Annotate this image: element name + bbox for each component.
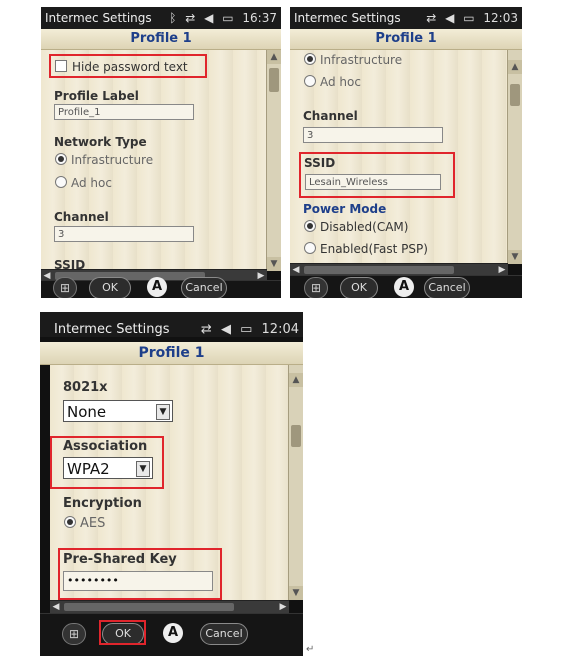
vertical-scrollbar[interactable]: ▲ ▼ <box>507 50 522 264</box>
status-time: 16:37 <box>242 11 277 25</box>
form-panel: Hide password text Profile Label Profile… <box>41 50 267 271</box>
scroll-down-icon[interactable]: ▼ <box>289 586 303 600</box>
radio-button <box>304 75 316 87</box>
highlight-box <box>58 548 222 600</box>
speaker-icon: ◀ <box>445 11 455 25</box>
channel-label: Channel <box>54 210 109 224</box>
status-bar: Intermec Settings ⇄ ◀ ▭ 12:03 <box>290 7 522 29</box>
highlight-box <box>50 436 164 489</box>
radio-adhoc[interactable]: Ad hoc <box>304 75 361 89</box>
screenshot-profile-security: Intermec Settings ⇄ ◀ ▭ 12:04 Profile 1 … <box>40 312 303 656</box>
scroll-thumb[interactable] <box>304 266 454 274</box>
highlight-box <box>299 152 455 198</box>
battery-icon: ▭ <box>240 322 253 337</box>
sync-icon: ⇄ <box>185 11 196 25</box>
status-title: Intermec Settings <box>45 11 152 25</box>
channel-input[interactable]: 3 <box>54 226 194 242</box>
profile-label-label: Profile Label <box>54 89 139 103</box>
channel-input[interactable]: 3 <box>303 127 443 143</box>
scroll-up-icon[interactable]: ▲ <box>267 50 281 64</box>
softkey-bar: ⊞ OK A Cancel <box>290 275 522 298</box>
radio-button <box>55 153 67 165</box>
radio-label: Enabled(Fast PSP) <box>320 242 428 256</box>
radio-button <box>304 53 316 65</box>
scroll-down-icon[interactable]: ▼ <box>267 257 281 271</box>
8021x-value: None <box>67 403 107 421</box>
radio-adhoc[interactable]: Ad hoc <box>55 176 112 190</box>
radio-infrastructure[interactable]: Infrastructure <box>304 53 402 67</box>
battery-icon: ▭ <box>222 11 234 25</box>
input-panel-button[interactable]: A <box>147 277 167 297</box>
radio-button <box>55 176 67 188</box>
status-title: Intermec Settings <box>294 11 401 25</box>
scroll-thumb[interactable] <box>64 603 234 611</box>
horizontal-scrollbar[interactable]: ◀ ▶ <box>50 600 289 613</box>
network-type-label: Network Type <box>54 135 147 149</box>
radio-infrastructure[interactable]: Infrastructure <box>55 153 153 167</box>
softkey-bar: ⊞ OK A Cancel <box>41 277 281 298</box>
cancel-button[interactable]: Cancel <box>424 277 470 298</box>
8021x-label: 8021x <box>63 380 108 395</box>
scroll-thumb[interactable] <box>510 84 520 106</box>
radio-label: Disabled(CAM) <box>320 220 409 234</box>
radio-label: Ad hoc <box>71 176 112 190</box>
start-menu-icon[interactable]: ⊞ <box>62 623 86 645</box>
profile-label-input[interactable]: Profile_1 <box>54 104 194 120</box>
ok-button[interactable]: OK <box>89 277 131 298</box>
radio-label: Infrastructure <box>71 153 154 167</box>
highlight-box <box>99 620 146 645</box>
scroll-thumb[interactable] <box>269 68 279 92</box>
scroll-right-icon[interactable]: ▶ <box>277 601 289 613</box>
radio-aes[interactable]: AES <box>64 516 105 531</box>
radio-button <box>304 242 316 254</box>
ok-button[interactable]: OK <box>340 277 378 298</box>
text-caret: ↵ <box>306 644 315 655</box>
status-time: 12:03 <box>483 11 518 25</box>
radio-button <box>304 220 316 232</box>
scroll-up-icon[interactable]: ▲ <box>508 60 522 74</box>
radio-power-disabled[interactable]: Disabled(CAM) <box>304 220 408 234</box>
bluetooth-icon: ᛒ <box>169 11 177 25</box>
radio-label: Infrastructure <box>320 53 403 67</box>
scroll-down-icon[interactable]: ▼ <box>508 250 522 264</box>
input-panel-button[interactable]: A <box>394 277 414 297</box>
page-title: Profile 1 <box>290 29 522 50</box>
status-bar: Intermec Settings ᛒ ⇄ ◀ ▭ 16:37 <box>41 7 281 29</box>
status-title: Intermec Settings <box>54 322 170 337</box>
cancel-button[interactable]: Cancel <box>181 277 227 298</box>
softkey-bar: ⊞ OK A Cancel <box>40 613 303 656</box>
sync-icon: ⇄ <box>426 11 437 25</box>
scroll-thumb[interactable] <box>291 425 301 447</box>
page-title: Profile 1 <box>40 342 303 365</box>
speaker-icon: ◀ <box>204 11 214 25</box>
start-menu-icon[interactable]: ⊞ <box>53 277 77 298</box>
encryption-label: Encryption <box>63 496 142 511</box>
channel-label: Channel <box>303 109 358 123</box>
scroll-thumb[interactable] <box>55 272 205 280</box>
highlight-box <box>49 54 207 78</box>
page-title: Profile 1 <box>41 29 281 50</box>
input-panel-button[interactable]: A <box>163 623 183 643</box>
cancel-button[interactable]: Cancel <box>200 623 248 645</box>
power-mode-label: Power Mode <box>303 202 387 216</box>
scroll-up-icon[interactable]: ▲ <box>289 373 303 387</box>
screenshot-profile-general: Intermec Settings ᛒ ⇄ ◀ ▭ 16:37 Profile … <box>41 7 281 298</box>
scroll-left-icon[interactable]: ◀ <box>50 601 62 613</box>
speaker-icon: ◀ <box>220 322 231 337</box>
status-time: 12:04 <box>261 322 299 337</box>
8021x-select[interactable]: None ▼ <box>63 400 173 422</box>
radio-label: AES <box>80 516 106 531</box>
vertical-scrollbar[interactable]: ▲ ▼ <box>266 50 281 271</box>
radio-label: Ad hoc <box>320 75 361 89</box>
sync-icon: ⇄ <box>200 322 212 337</box>
radio-button <box>64 516 76 528</box>
start-menu-icon[interactable]: ⊞ <box>304 277 328 298</box>
vertical-scrollbar[interactable]: ▲ ▼ <box>288 365 303 600</box>
screenshot-profile-ssid: Intermec Settings ⇄ ◀ ▭ 12:03 Profile 1 … <box>290 7 522 298</box>
battery-icon: ▭ <box>463 11 475 25</box>
dropdown-arrow-icon[interactable]: ▼ <box>156 404 170 420</box>
radio-power-enabled[interactable]: Enabled(Fast PSP) <box>304 242 428 256</box>
status-bar: Intermec Settings ⇄ ◀ ▭ 12:04 <box>40 312 303 337</box>
